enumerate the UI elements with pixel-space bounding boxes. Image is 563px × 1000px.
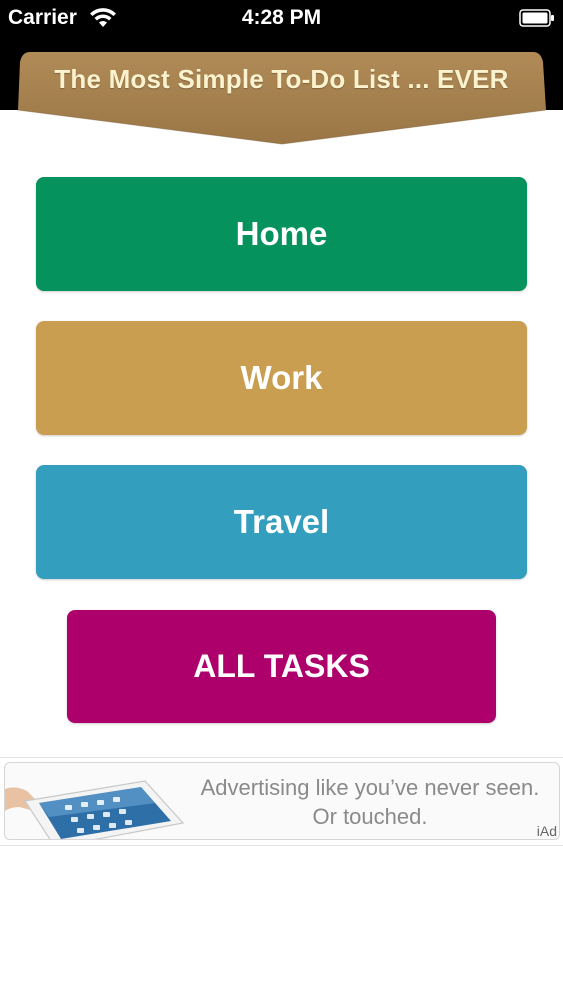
category-home-button[interactable]: Home bbox=[36, 177, 527, 291]
battery-icon bbox=[519, 9, 554, 27]
ad-divider-bottom bbox=[0, 845, 563, 846]
category-home-label: Home bbox=[235, 215, 328, 252]
ad-banner[interactable]: Advertising like you’ve never seen. Or t… bbox=[4, 762, 560, 840]
header-banner bbox=[0, 52, 563, 158]
iad-mark: iAd bbox=[536, 823, 557, 839]
app-title: The Most Simple To-Do List ... EVER bbox=[54, 64, 509, 94]
ad-text: Advertising like you’ve never seen. Or t… bbox=[185, 773, 555, 831]
category-work-label: Work bbox=[240, 359, 323, 396]
ipad-icon bbox=[5, 780, 185, 839]
ad-line-2: Or touched. bbox=[312, 804, 428, 829]
app-header: The Most Simple To-Do List ... EVER bbox=[0, 38, 563, 158]
all-tasks-button[interactable]: ALL TASKS bbox=[67, 610, 496, 723]
status-bar: Carrier 4:28 PM bbox=[0, 0, 563, 38]
category-travel-button[interactable]: Travel bbox=[36, 465, 527, 579]
all-tasks-label: ALL TASKS bbox=[193, 648, 370, 684]
category-work-button[interactable]: Work bbox=[36, 321, 527, 435]
ad-line-1: Advertising like you’ve never seen. bbox=[200, 775, 540, 800]
ad-divider-top bbox=[0, 757, 563, 758]
clock: 4:28 PM bbox=[241, 6, 322, 29]
category-travel-label: Travel bbox=[233, 503, 330, 540]
